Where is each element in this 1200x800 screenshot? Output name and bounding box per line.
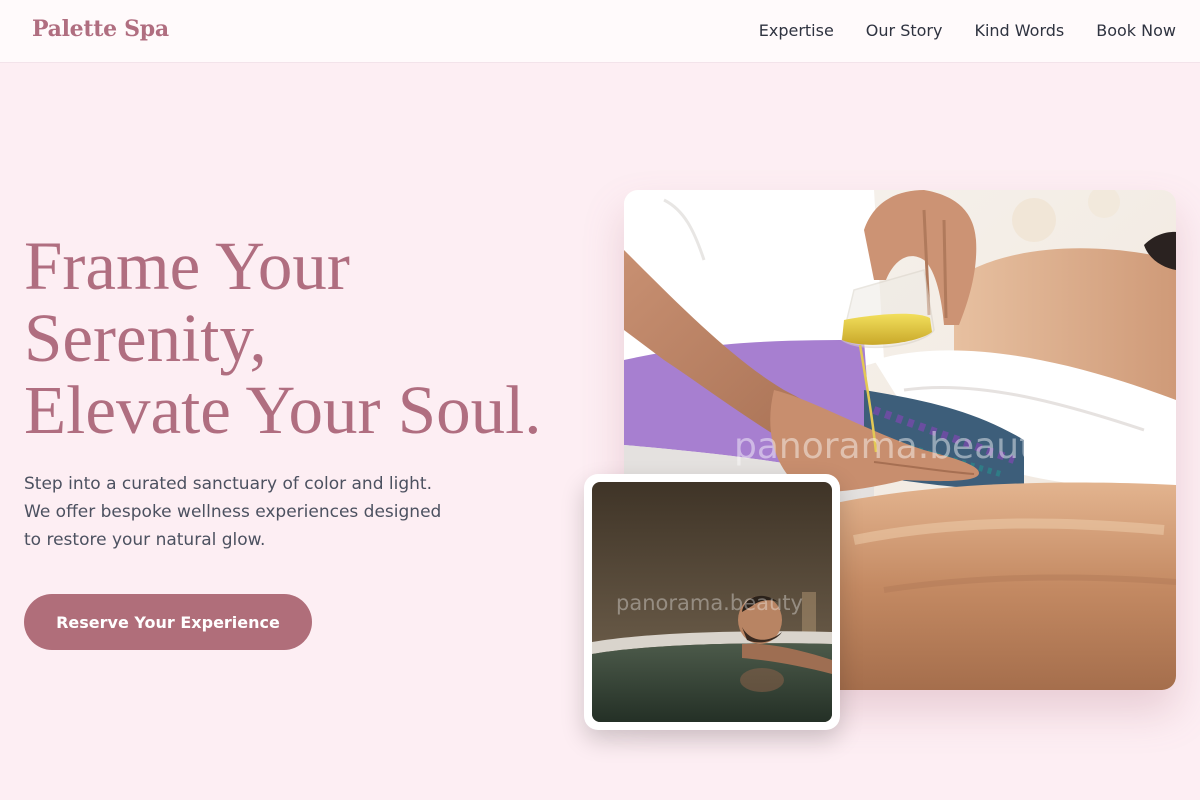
nav-link-kind-words[interactable]: Kind Words — [974, 21, 1064, 40]
main-photo-watermark: panorama.beauty — [734, 426, 1054, 467]
pool-photo-frame: panorama.beauty — [584, 474, 840, 730]
nav-link-expertise[interactable]: Expertise — [759, 21, 834, 40]
hero-title-line-1: Frame Your — [24, 228, 350, 304]
hero-description-line-1: Step into a curated sanctuary of color a… — [24, 474, 432, 494]
navbar: Palette Spa Expertise Our Story Kind Wor… — [0, 0, 1200, 63]
hero-title-line-2: Serenity, — [24, 300, 267, 376]
brand-logo[interactable]: Palette Spa — [32, 16, 169, 42]
hero-description: Step into a curated sanctuary of color a… — [24, 470, 484, 554]
hero-title-line-3: Elevate Your Soul. — [24, 372, 542, 448]
nav-links: Expertise Our Story Kind Words Book Now — [759, 21, 1176, 40]
pool-photo: panorama.beauty — [592, 482, 832, 722]
pool-photo-watermark: panorama.beauty — [616, 591, 803, 615]
hero-description-line-3: to restore your natural glow. — [24, 530, 266, 550]
hero-title: Frame Your Serenity, Elevate Your Soul. — [24, 230, 584, 446]
hero-description-line-2: We offer bespoke wellness experiences de… — [24, 502, 442, 522]
nav-link-our-story[interactable]: Our Story — [866, 21, 943, 40]
nav-link-book-now[interactable]: Book Now — [1096, 21, 1176, 40]
reserve-experience-button[interactable]: Reserve Your Experience — [24, 594, 312, 650]
